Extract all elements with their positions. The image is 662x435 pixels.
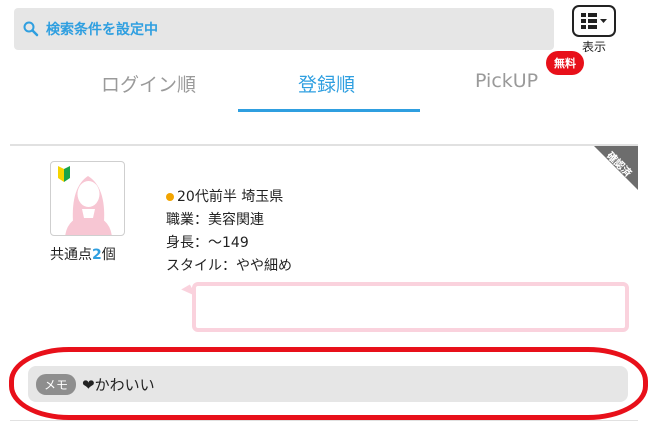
avatar[interactable]: [50, 161, 125, 236]
active-tab-indicator: [238, 109, 420, 112]
occupation: 職業：美容関連: [166, 212, 264, 228]
view-toggle-caption: 表示: [581, 40, 606, 54]
list-view-icon: [572, 5, 616, 37]
age-area: 20代前半 埼玉県: [177, 189, 284, 205]
age-area-row: 20代前半 埼玉県: [166, 186, 292, 209]
height: 身長：～149: [166, 235, 249, 251]
tab-pickup[interactable]: PickUP: [475, 70, 538, 92]
message-bubble: [192, 282, 629, 332]
search-condition-label: 検索条件を設定中: [46, 22, 158, 38]
verified-corner-badge: 確認済: [594, 146, 638, 190]
beginner-mark-icon: [58, 166, 70, 182]
search-condition-bar[interactable]: 検索条件を設定中: [14, 8, 554, 50]
tab-login-order[interactable]: ログイン順: [101, 70, 196, 97]
memo-text: ❤かわいい: [82, 375, 155, 394]
free-badge: 無料: [546, 51, 584, 75]
common-points-label: 共通点: [50, 247, 92, 263]
profile-card[interactable]: 確認済 共通点2個 20代前半 埼玉県 職業：美容関連 身長：～149 スタイル…: [10, 146, 638, 336]
memo-bar[interactable]: メモ ❤かわいい: [28, 366, 628, 402]
sort-tabs: ログイン順 登録順 PickUP: [60, 58, 620, 114]
view-toggle-button[interactable]: 表示: [572, 5, 616, 55]
tab-registration-order[interactable]: 登録順: [298, 70, 355, 97]
search-settings-icon: [23, 21, 39, 37]
style: スタイル：やや細め: [166, 258, 292, 274]
memo-tag: メモ: [36, 373, 77, 395]
common-points-unit: 個: [101, 247, 116, 263]
profile-info: 20代前半 埼玉県 職業：美容関連 身長：～149 スタイル：やや細め: [166, 186, 292, 278]
common-points-count: 2: [92, 247, 102, 263]
status-dot-icon: [166, 193, 174, 201]
divider: [10, 420, 638, 421]
common-points: 共通点2個: [50, 244, 116, 264]
